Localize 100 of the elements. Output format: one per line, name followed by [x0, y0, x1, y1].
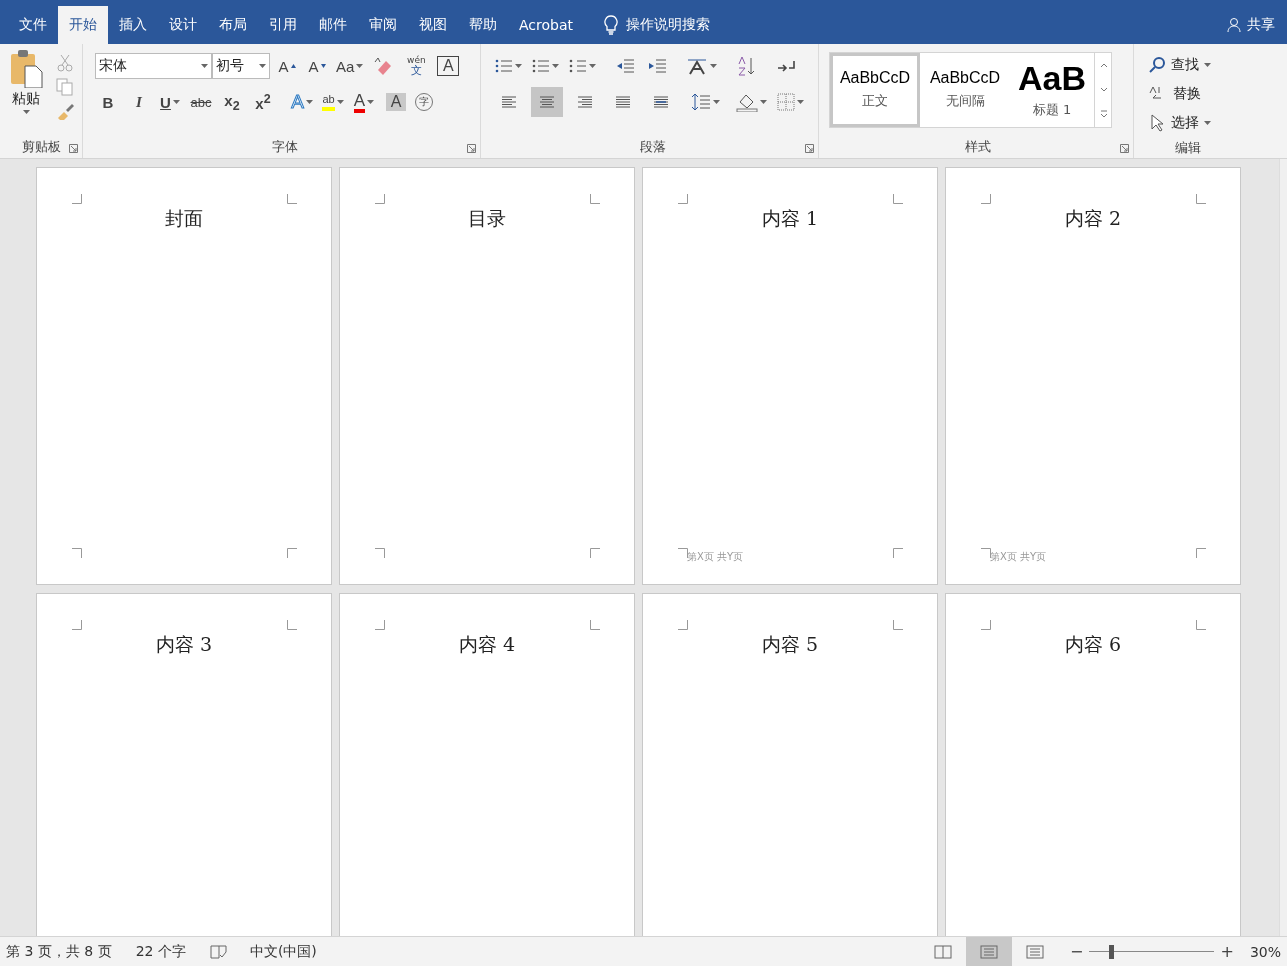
page-count: 第 3 页，共 8 页 — [6, 942, 112, 961]
dropdown-caret-icon[interactable] — [259, 64, 266, 68]
align-right-icon — [577, 95, 593, 109]
paste-button[interactable]: 粘贴 — [6, 48, 46, 136]
phonetic-guide-button[interactable]: wén 文 — [403, 53, 430, 79]
dropdown-caret-icon[interactable] — [760, 100, 767, 104]
crop-mark-icon — [590, 194, 600, 204]
ribbon-tab[interactable]: 视图 — [408, 6, 458, 44]
grow-font-button[interactable]: A — [274, 53, 300, 79]
list-icon — [532, 58, 550, 74]
dialog-launcher-icon[interactable] — [69, 144, 78, 153]
proofing-icon[interactable] — [209, 943, 228, 960]
ribbon-tab[interactable]: 邮件 — [308, 6, 358, 44]
crop-mark-icon — [678, 194, 688, 204]
style-item[interactable]: AaBbCcD 无间隔 — [920, 53, 1010, 127]
dropdown-caret-icon[interactable] — [1204, 62, 1211, 67]
strikethrough-button[interactable]: abc — [188, 89, 214, 115]
crop-mark-icon — [375, 548, 385, 558]
dropdown-caret-icon[interactable] — [367, 100, 375, 104]
crop-mark-icon — [72, 194, 82, 204]
dropdown-caret-icon[interactable] — [552, 64, 559, 68]
ribbon-tab[interactable]: 布局 — [208, 6, 258, 44]
dropdown-caret-icon[interactable] — [22, 110, 30, 114]
dropdown-caret-icon[interactable] — [710, 64, 717, 68]
outdent-icon — [616, 59, 634, 73]
lightbulb-icon — [604, 15, 618, 35]
dropdown-caret-icon[interactable] — [356, 64, 364, 68]
group-label: 编辑 — [1174, 139, 1202, 157]
clipboard-icon — [9, 48, 43, 88]
paintbrush-icon[interactable] — [56, 102, 74, 120]
group-label: 剪贴板 — [20, 138, 62, 156]
font-size-field[interactable]: 初号 — [212, 53, 270, 79]
dropdown-caret-icon[interactable] — [1204, 120, 1211, 125]
tell-me-search[interactable]: 操作说明搜索 — [626, 16, 710, 34]
ribbon-tab[interactable]: 引用 — [258, 6, 308, 44]
ribbon-tab[interactable]: Acrobat — [508, 6, 584, 44]
dropdown-caret-icon[interactable] — [336, 100, 344, 104]
paint-bucket-icon — [736, 92, 758, 112]
character-shading-button[interactable]: A — [386, 93, 406, 111]
style-item[interactable]: AaB 标题 1 — [1010, 53, 1094, 127]
ribbon-tab[interactable]: 插入 — [108, 6, 158, 44]
align-button[interactable] — [531, 87, 563, 117]
dropdown-caret-icon[interactable] — [515, 64, 522, 68]
dropdown-caret-icon[interactable] — [172, 100, 180, 104]
dropdown-caret-icon[interactable] — [713, 100, 720, 104]
change-case-button[interactable]: Aa — [334, 53, 366, 79]
crop-mark-icon — [981, 548, 991, 558]
group-label: 段落 — [638, 138, 667, 156]
share-button[interactable]: 共享 — [1247, 16, 1275, 34]
crop-mark-icon — [1196, 548, 1206, 558]
ribbon-tab[interactable]: 审阅 — [358, 6, 408, 44]
group-label: 字体 — [270, 138, 299, 156]
language-status[interactable]: 中文(中国) — [249, 942, 317, 961]
font-color-button[interactable]: A — [351, 89, 377, 115]
ribbon-tab[interactable]: 开始 — [58, 6, 108, 44]
dialog-launcher-icon[interactable] — [1120, 144, 1129, 153]
crop-mark-icon — [893, 548, 903, 558]
dropdown-caret-icon[interactable] — [305, 100, 313, 104]
zoom-percent[interactable]: 30% — [1249, 943, 1281, 960]
crop-mark-icon — [375, 194, 385, 204]
crop-mark-icon — [287, 548, 297, 558]
crop-mark-icon — [375, 620, 385, 630]
find-button[interactable]: 查找 — [1148, 50, 1211, 79]
triangle-icon — [290, 64, 296, 68]
page-icon — [980, 944, 999, 959]
bold-button[interactable]: B — [95, 89, 121, 115]
crop-mark-icon — [590, 620, 600, 630]
page-heading: 封面 — [165, 206, 203, 231]
replace-button[interactable]: 替换 — [1148, 79, 1211, 108]
zoom-out-button[interactable]: − — [1070, 942, 1084, 961]
shrink-font-button[interactable]: A — [304, 53, 330, 79]
font-name-field[interactable]: 宋体 — [95, 53, 212, 79]
grid-icon — [777, 93, 795, 111]
dropdown-caret-icon[interactable] — [201, 64, 208, 68]
highlight-button[interactable]: ab — [320, 89, 346, 115]
underline-button[interactable]: U — [157, 89, 183, 115]
line-spacing-icon — [691, 93, 711, 111]
word-count: 22 个字 — [135, 942, 186, 961]
dialog-launcher-icon[interactable] — [467, 144, 476, 153]
search-icon — [1148, 55, 1166, 74]
crop-mark-icon — [678, 620, 688, 630]
align-distribute-icon — [653, 95, 669, 109]
ribbon-tab[interactable]: 文件 — [8, 6, 58, 44]
ribbon-tab[interactable]: 设计 — [158, 6, 208, 44]
script-button[interactable]: x$_{2}$ — [219, 89, 245, 115]
crop-mark-icon — [981, 620, 991, 630]
dropdown-caret-icon[interactable] — [589, 64, 596, 68]
italic-button[interactable]: I — [126, 89, 152, 115]
dropdown-caret-icon[interactable] — [797, 100, 804, 104]
zoom-in-button[interactable]: + — [1220, 942, 1234, 961]
style-item[interactable]: AaBbCcD 正文 — [830, 53, 920, 127]
zoom-slider-thumb[interactable] — [1108, 944, 1114, 959]
dialog-launcher-icon[interactable] — [805, 144, 814, 153]
script-button[interactable]: x$^{2}$ — [250, 89, 276, 115]
align-left-icon — [501, 95, 517, 109]
character-border-button[interactable]: A — [437, 56, 460, 76]
print-view-button[interactable] — [966, 937, 1013, 966]
crop-mark-icon — [590, 548, 600, 558]
ribbon-tab[interactable]: 帮助 — [458, 6, 508, 44]
select-button[interactable]: 选择 — [1148, 108, 1211, 137]
